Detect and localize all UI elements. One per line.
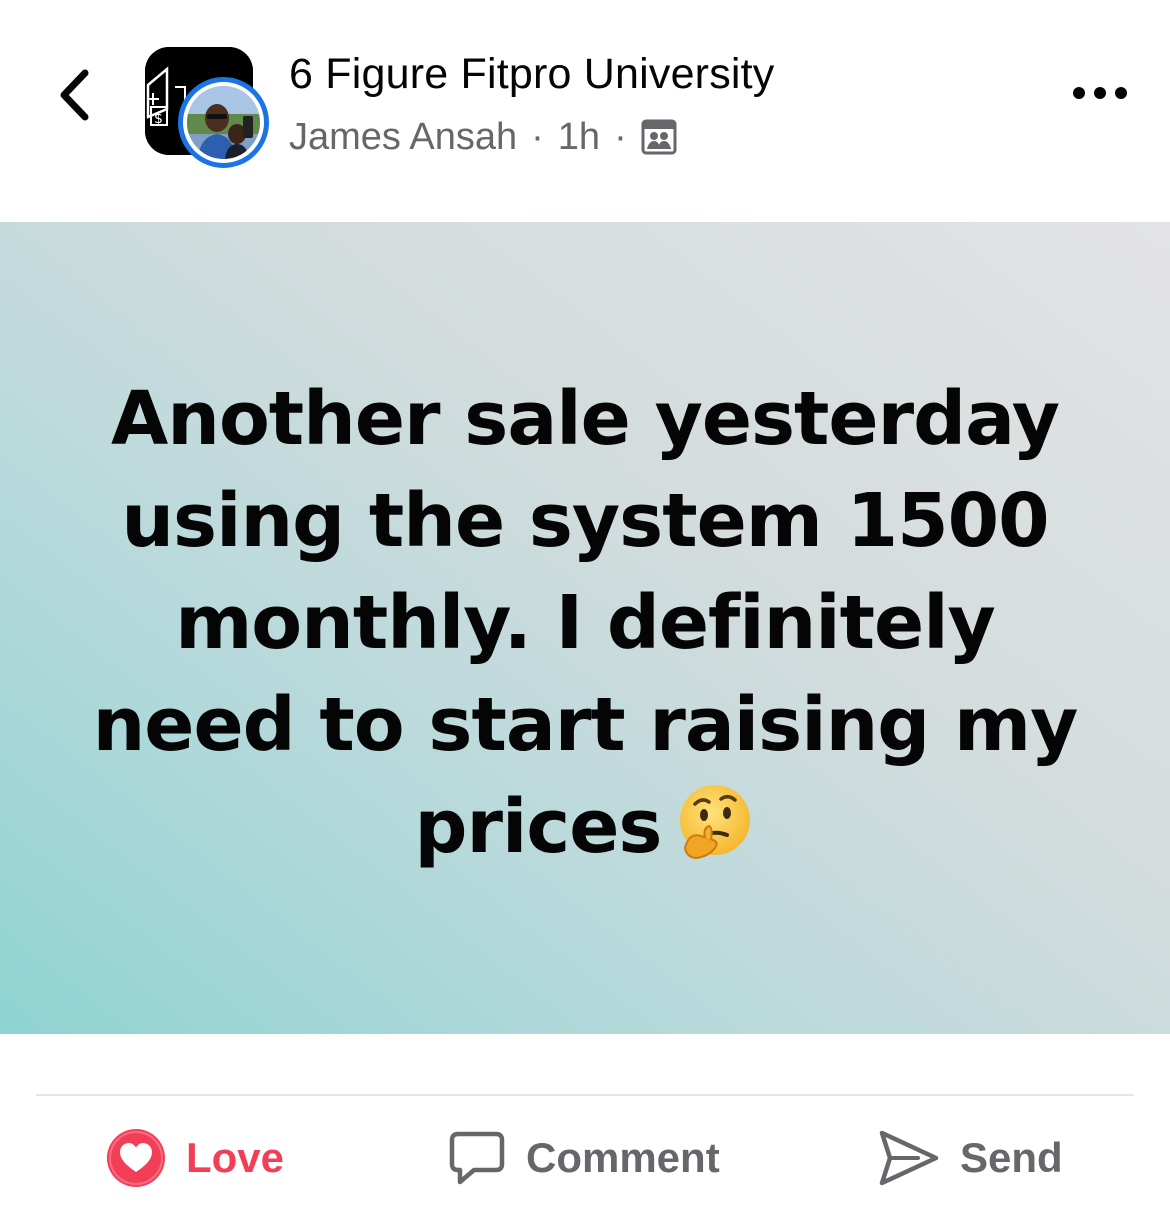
avatar-stack[interactable]: $ [145,47,271,173]
more-horizontal-icon [1072,86,1128,105]
chevron-left-icon [57,69,91,126]
comment-label: Comment [526,1134,720,1181]
actions-divider [36,1094,1134,1096]
send-label: Send [960,1134,1063,1181]
comment-bubble-icon [448,1130,506,1186]
post-header: $ 6 Figure Fitpro University James Ansah… [0,0,1170,222]
send-arrow-icon [878,1129,940,1187]
group-members-icon [641,119,677,155]
heart-icon [106,1128,166,1188]
more-options-button[interactable] [1068,75,1132,115]
post-text-content: Another sale yesterday using the system … [92,376,1079,870]
meta-separator: · [614,115,627,158]
author-name[interactable]: James Ansah [289,116,517,159]
svg-text:$: $ [154,111,163,127]
user-photo [187,86,260,159]
love-label: Love [186,1134,285,1181]
post-background-card: Another sale yesterday using the system … [0,222,1170,1034]
post-time[interactable]: 1h [558,116,600,159]
comment-button[interactable]: Comment [448,1120,720,1196]
post-text: Another sale yesterday using the system … [75,368,1095,888]
post-meta: James Ansah · 1h · [289,112,677,162]
send-button[interactable]: Send [878,1120,1063,1196]
thinking-face-emoji-icon [675,782,755,888]
love-button[interactable]: Love [106,1120,284,1196]
back-button[interactable] [44,62,104,132]
user-avatar[interactable] [178,77,269,168]
group-name[interactable]: 6 Figure Fitpro University [289,50,775,99]
meta-separator: · [531,115,544,158]
